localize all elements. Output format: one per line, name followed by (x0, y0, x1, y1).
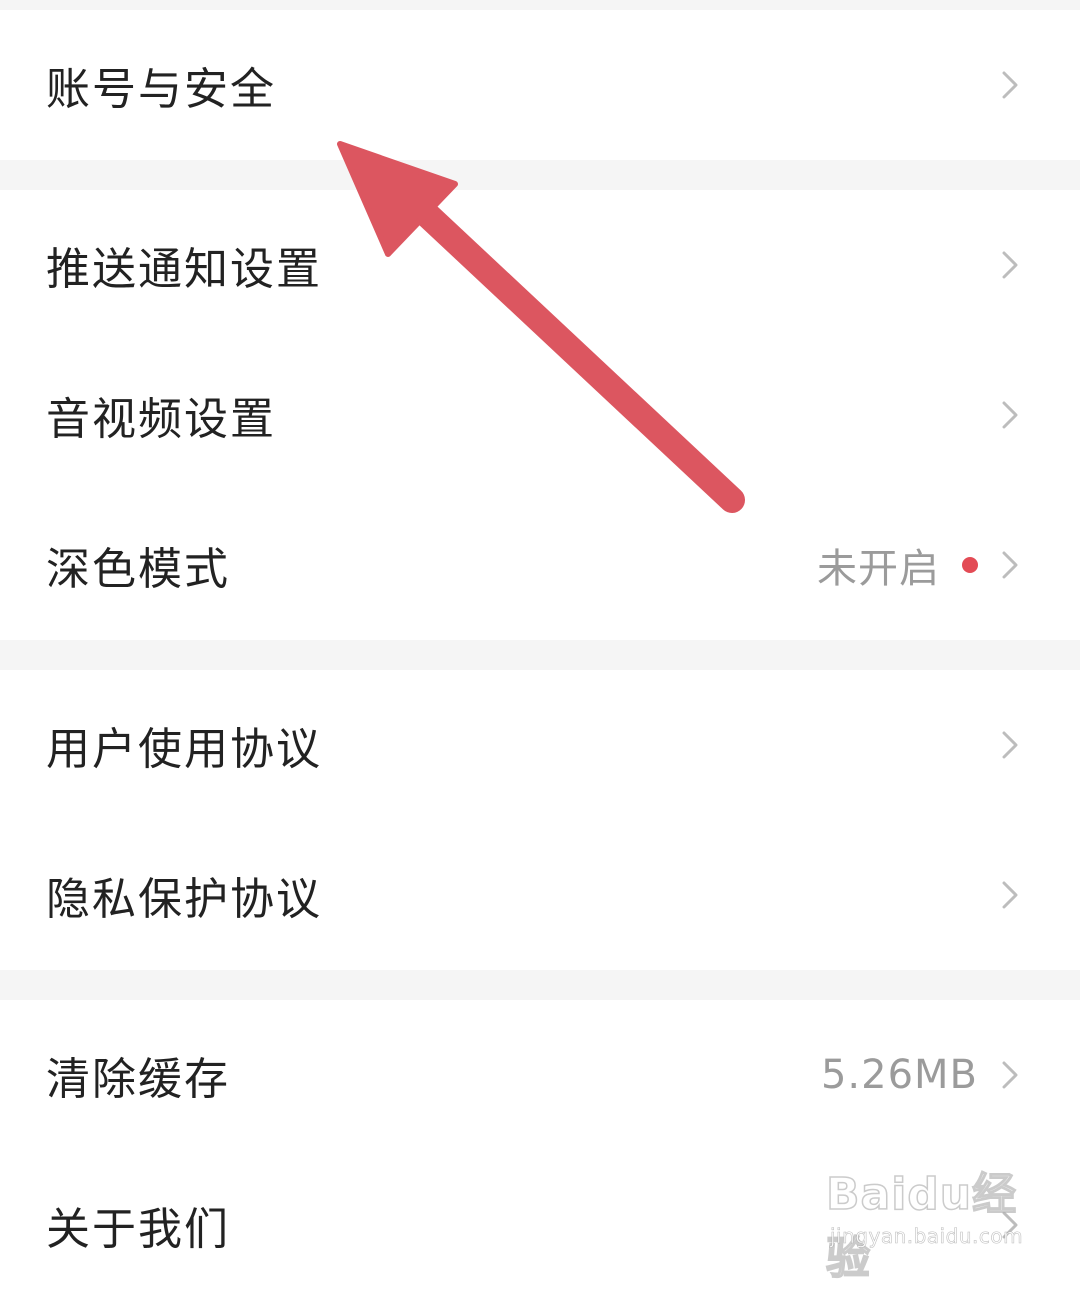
dark-mode-status: 未开启 (817, 546, 940, 592)
settings-group-account: 账号与安全 (0, 10, 1080, 160)
row-label: 推送通知设置 (46, 244, 322, 295)
row-label: 清除缓存 (46, 1054, 230, 1105)
chevron-right-icon (1002, 1211, 1018, 1239)
row-right: 未开启 (817, 536, 1020, 594)
settings-row-user-agreement[interactable]: 用户使用协议 (0, 670, 1080, 820)
row-right (1000, 399, 1020, 431)
chevron-right-icon (1002, 401, 1018, 429)
chevron-right-icon (1002, 71, 1018, 99)
chevron-right-icon (1002, 731, 1018, 759)
settings-group-agreements: 用户使用协议 隐私保护协议 (0, 670, 1080, 970)
red-dot-badge (962, 557, 978, 573)
settings-group-preferences: 推送通知设置 音视频设置 深色模式 未开启 (0, 190, 1080, 640)
settings-group-misc: 清除缓存 5.26MB 关于我们 (0, 1000, 1080, 1300)
settings-row-account-security[interactable]: 账号与安全 (0, 10, 1080, 160)
settings-row-dark-mode[interactable]: 深色模式 未开启 (0, 490, 1080, 640)
row-label: 深色模式 (46, 544, 230, 595)
cache-size: 5.26MB (820, 1052, 978, 1098)
row-label: 关于我们 (46, 1204, 230, 1255)
chevron-right-icon (1002, 881, 1018, 909)
settings-row-clear-cache[interactable]: 清除缓存 5.26MB (0, 1000, 1080, 1150)
row-label: 隐私保护协议 (46, 874, 322, 925)
settings-row-audio-video[interactable]: 音视频设置 (0, 340, 1080, 490)
row-right (1000, 729, 1020, 761)
chevron-right-icon (1002, 551, 1018, 579)
settings-row-privacy-agreement[interactable]: 隐私保护协议 (0, 820, 1080, 970)
row-right (1000, 1209, 1020, 1241)
settings-row-push-notifications[interactable]: 推送通知设置 (0, 190, 1080, 340)
row-label: 用户使用协议 (46, 724, 322, 775)
row-right (1000, 249, 1020, 281)
chevron-right-icon (1002, 251, 1018, 279)
row-right (1000, 879, 1020, 911)
settings-row-about-us[interactable]: 关于我们 (0, 1150, 1080, 1300)
row-right (1000, 69, 1020, 101)
row-right: 5.26MB (821, 1052, 1020, 1098)
row-label: 音视频设置 (46, 394, 276, 445)
chevron-right-icon (1002, 1061, 1018, 1089)
row-label: 账号与安全 (46, 64, 276, 115)
